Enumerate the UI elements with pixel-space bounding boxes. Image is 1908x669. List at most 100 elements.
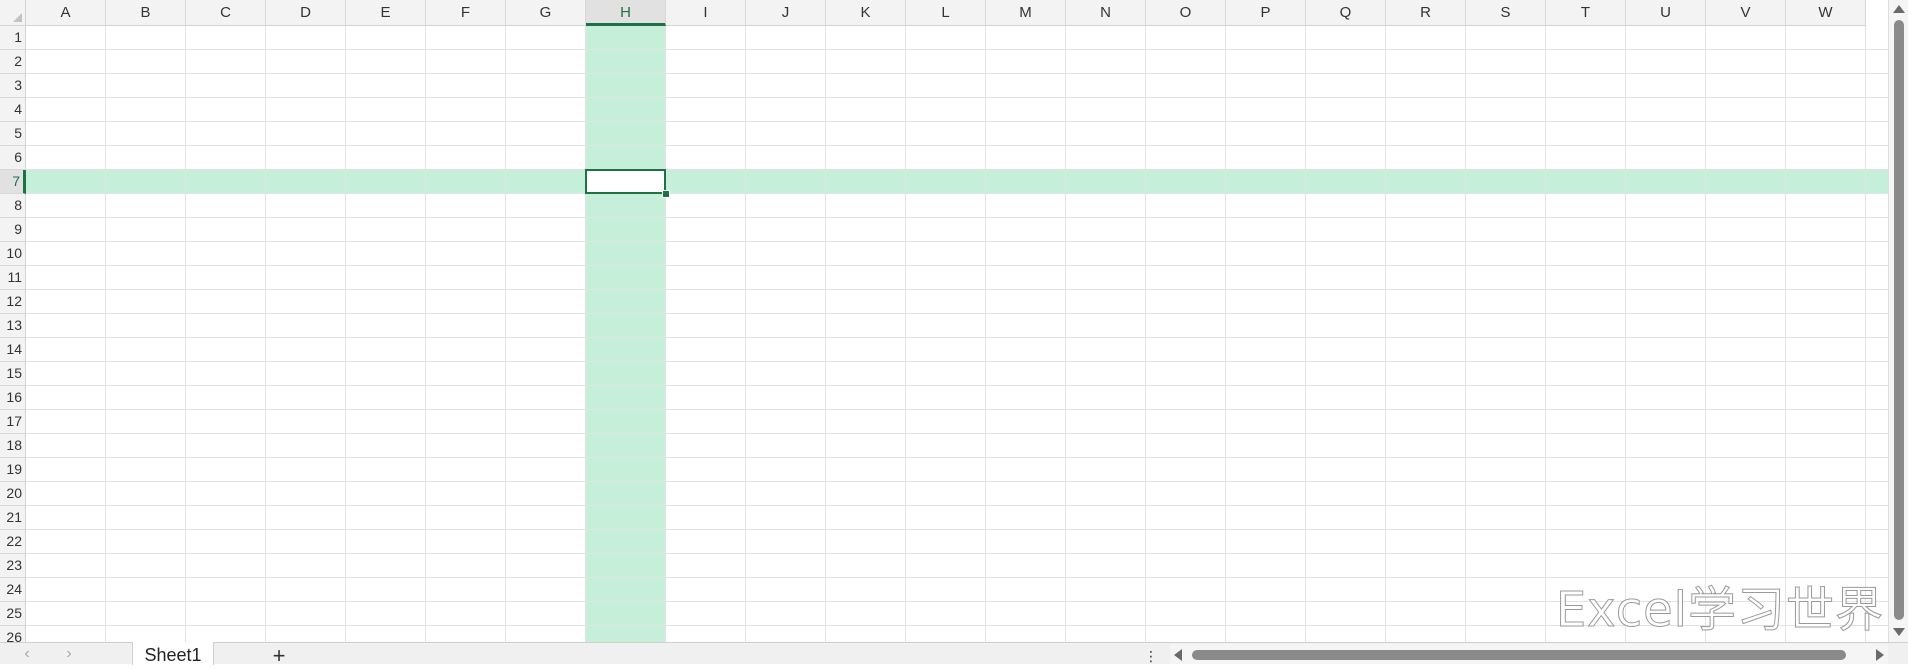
grid-vline xyxy=(1785,26,1786,642)
grid-vline xyxy=(1625,26,1626,642)
row-header-18[interactable]: 18 xyxy=(0,434,26,458)
fill-handle[interactable] xyxy=(662,190,670,198)
chevron-left-icon[interactable]: ‹ xyxy=(18,645,36,663)
row-header-13[interactable]: 13 xyxy=(0,314,26,338)
grid-vline xyxy=(745,26,746,642)
more-options-icon[interactable]: ⋮ xyxy=(1144,647,1158,665)
horizontal-scroll-thumb[interactable] xyxy=(1192,650,1846,660)
row-header-19[interactable]: 19 xyxy=(0,458,26,482)
cell-grid[interactable] xyxy=(26,26,1888,642)
row-header-23[interactable]: 23 xyxy=(0,554,26,578)
row-header-24[interactable]: 24 xyxy=(0,578,26,602)
scroll-up-icon[interactable] xyxy=(1893,5,1905,13)
row-header-14[interactable]: 14 xyxy=(0,338,26,362)
row-header-16[interactable]: 16 xyxy=(0,386,26,410)
column-header-r[interactable]: R xyxy=(1386,0,1466,26)
column-header-n[interactable]: N xyxy=(1066,0,1146,26)
column-header-o[interactable]: O xyxy=(1146,0,1226,26)
column-header-a[interactable]: A xyxy=(26,0,106,26)
active-cell[interactable] xyxy=(585,169,666,194)
row-header-5[interactable]: 5 xyxy=(0,122,26,146)
row-header-9[interactable]: 9 xyxy=(0,218,26,242)
column-header-f[interactable]: F xyxy=(426,0,506,26)
scroll-right-icon[interactable] xyxy=(1876,649,1884,661)
column-header-j[interactable]: J xyxy=(746,0,826,26)
column-header-e[interactable]: E xyxy=(346,0,426,26)
column-header-c[interactable]: C xyxy=(186,0,266,26)
chevron-right-icon[interactable]: › xyxy=(60,645,78,663)
grid-vline xyxy=(1145,26,1146,642)
grid-hline xyxy=(26,169,1888,170)
row-header-21[interactable]: 21 xyxy=(0,506,26,530)
grid-hline xyxy=(26,217,1888,218)
grid-vline xyxy=(1225,26,1226,642)
grid-hline xyxy=(26,553,1888,554)
column-header-v[interactable]: V xyxy=(1706,0,1786,26)
grid-hline xyxy=(26,121,1888,122)
sheet-tab-sheet1[interactable]: Sheet1 xyxy=(132,642,214,665)
row-header-20[interactable]: 20 xyxy=(0,482,26,506)
column-header-i[interactable]: I xyxy=(666,0,746,26)
column-header-h[interactable]: H xyxy=(586,0,666,26)
grid-hline xyxy=(26,145,1888,146)
column-header-p[interactable]: P xyxy=(1226,0,1306,26)
row-header-7[interactable]: 7 xyxy=(0,170,26,194)
grid-hline xyxy=(26,361,1888,362)
grid-hline xyxy=(26,289,1888,290)
row-header-15[interactable]: 15 xyxy=(0,362,26,386)
grid-vline xyxy=(665,26,666,642)
row-header-25[interactable]: 25 xyxy=(0,602,26,626)
row-header-17[interactable]: 17 xyxy=(0,410,26,434)
spreadsheet: ABCDEFGHIJKLMNOPQRSTUVW 1 2 3 4 5 6 7 8 9 10 11 12 1… xyxy=(0,0,1908,664)
column-header-d[interactable]: D xyxy=(266,0,346,26)
row-header-6[interactable]: 6 xyxy=(0,146,26,170)
scroll-left-icon[interactable] xyxy=(1174,649,1182,661)
column-header-w[interactable]: W xyxy=(1786,0,1866,26)
grid-vline xyxy=(825,26,826,642)
row-header-1[interactable]: 1 xyxy=(0,26,26,50)
grid-hline xyxy=(26,433,1888,434)
row-header-12[interactable]: 12 xyxy=(0,290,26,314)
grid-vline xyxy=(585,26,586,642)
row-header-8[interactable]: 8 xyxy=(0,194,26,218)
row-header-2[interactable]: 2 xyxy=(0,50,26,74)
grid-vline xyxy=(105,26,106,642)
horizontal-scrollbar[interactable] xyxy=(1170,644,1888,664)
grid-hline xyxy=(26,73,1888,74)
row-header-3[interactable]: 3 xyxy=(0,74,26,98)
grid-vline xyxy=(1705,26,1706,642)
row-header-4[interactable]: 4 xyxy=(0,98,26,122)
row-header-22[interactable]: 22 xyxy=(0,530,26,554)
row-header-11[interactable]: 11 xyxy=(0,266,26,290)
grid-vline xyxy=(1305,26,1306,642)
grid-hline xyxy=(26,481,1888,482)
row-header-10[interactable]: 10 xyxy=(0,242,26,266)
grid-vline xyxy=(425,26,426,642)
select-all-corner[interactable] xyxy=(0,0,26,26)
grid-hline xyxy=(26,385,1888,386)
column-header-u[interactable]: U xyxy=(1626,0,1706,26)
grid-hline xyxy=(26,313,1888,314)
grid-vline xyxy=(1385,26,1386,642)
highlight-column xyxy=(586,26,665,642)
column-header-g[interactable]: G xyxy=(506,0,586,26)
column-header-s[interactable]: S xyxy=(1466,0,1546,26)
grid-vline xyxy=(505,26,506,642)
grid-vline xyxy=(185,26,186,642)
column-header-bar: ABCDEFGHIJKLMNOPQRSTUVW xyxy=(26,0,1908,26)
column-header-t[interactable]: T xyxy=(1546,0,1626,26)
vertical-scrollbar[interactable] xyxy=(1888,0,1908,642)
column-header-k[interactable]: K xyxy=(826,0,906,26)
column-header-b[interactable]: B xyxy=(106,0,186,26)
row-header-bar: 1 2 3 4 5 6 7 8 9 10 11 12 13 14 15 16 17 18 19 20 21 22 23 24 2… xyxy=(0,26,26,664)
column-header-q[interactable]: Q xyxy=(1306,0,1386,26)
grid-hline xyxy=(26,97,1888,98)
column-header-m[interactable]: M xyxy=(986,0,1066,26)
vertical-scroll-thumb[interactable] xyxy=(1894,20,1904,620)
add-sheet-button[interactable]: + xyxy=(268,643,290,668)
scroll-down-icon[interactable] xyxy=(1893,628,1905,636)
grid-vline xyxy=(1065,26,1066,642)
grid-hline xyxy=(26,265,1888,266)
grid-hline xyxy=(26,457,1888,458)
column-header-l[interactable]: L xyxy=(906,0,986,26)
